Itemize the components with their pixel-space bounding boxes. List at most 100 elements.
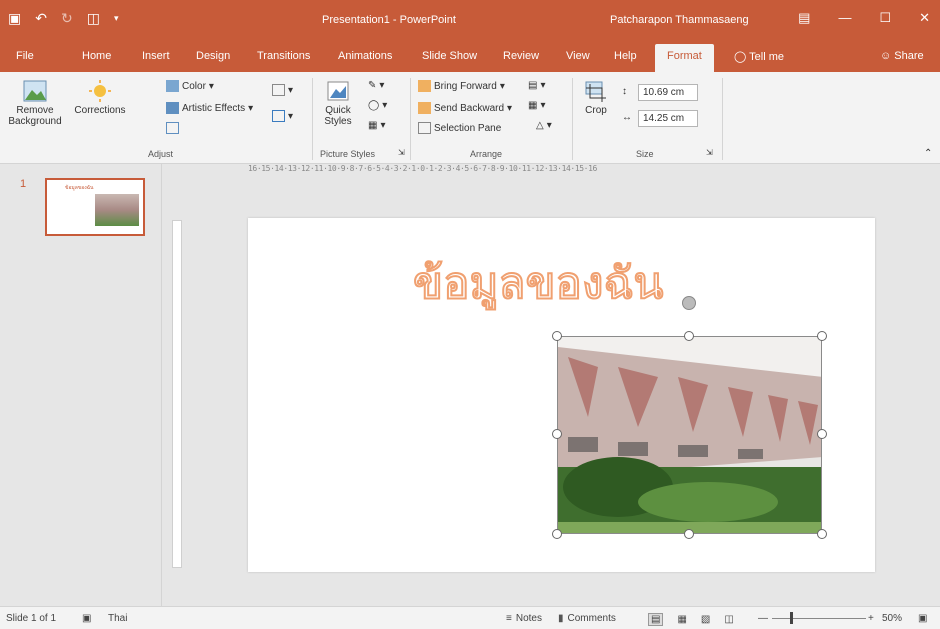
selection-pane-label: Selection Pane bbox=[434, 122, 502, 134]
corrections-label: Corrections bbox=[74, 105, 126, 116]
group-icon: ▦ bbox=[528, 100, 538, 111]
restore-icon[interactable]: ☐ bbox=[879, 10, 891, 26]
remove-background-label: Remove Background bbox=[8, 105, 62, 127]
resize-handle-n[interactable] bbox=[684, 331, 694, 341]
height-input[interactable]: 10.69 cm bbox=[638, 84, 698, 101]
send-backward-label: Send Backward bbox=[434, 102, 505, 114]
ribbon-display-icon[interactable]: ▤ bbox=[798, 10, 810, 26]
tell-me-search[interactable]: ◯ Tell me bbox=[734, 50, 784, 63]
resize-handle-nw[interactable] bbox=[552, 331, 562, 341]
artistic-effects-icon bbox=[166, 102, 179, 114]
bring-forward-label: Bring Forward bbox=[434, 80, 497, 92]
spell-check-icon[interactable]: ▣ bbox=[82, 613, 91, 624]
redo-icon[interactable]: ↻ bbox=[61, 10, 73, 27]
send-backward-button[interactable]: Send Backward ▾ bbox=[418, 102, 512, 114]
resize-handle-se[interactable] bbox=[817, 529, 827, 539]
document-title: Presentation1 - PowerPoint bbox=[322, 14, 456, 26]
slide-number: 1 bbox=[20, 178, 27, 190]
tell-me-label: Tell me bbox=[749, 51, 785, 63]
tab-view[interactable]: View bbox=[566, 50, 590, 62]
normal-view-icon[interactable]: ▤ bbox=[648, 613, 664, 626]
picture-effects-button[interactable]: ◯ ▾ bbox=[368, 100, 387, 111]
compress-pictures-button[interactable] bbox=[166, 122, 179, 134]
ribbon-tabs: File Home Insert Design Transitions Anim… bbox=[0, 42, 940, 72]
layout-icon: ▦ bbox=[368, 120, 378, 131]
tab-review[interactable]: Review bbox=[503, 50, 539, 62]
selection-pane-button[interactable]: Selection Pane bbox=[418, 122, 501, 134]
tab-slide-show[interactable]: Slide Show bbox=[422, 50, 477, 62]
width-value: 14.25 cm bbox=[643, 113, 685, 124]
minimize-icon[interactable]: — bbox=[838, 10, 851, 26]
slide-canvas[interactable]: ข้อมูลของฉัน bbox=[248, 218, 875, 572]
height-field-group: ↕ bbox=[622, 86, 627, 97]
resize-handle-ne[interactable] bbox=[817, 331, 827, 341]
group-button[interactable]: ▦ ▾ bbox=[528, 100, 545, 111]
crop-button[interactable]: Crop bbox=[580, 80, 612, 116]
collapse-ribbon-icon[interactable]: ⌃ bbox=[924, 148, 932, 159]
resize-handle-s[interactable] bbox=[684, 529, 694, 539]
color-button[interactable]: Color ▾ bbox=[166, 80, 214, 92]
undo-icon[interactable]: ↶ bbox=[35, 10, 47, 27]
rotate-handle-icon[interactable] bbox=[682, 296, 696, 310]
thumbnail-title: ข้อมูลของฉัน bbox=[65, 185, 94, 191]
present-icon[interactable]: ◫ bbox=[87, 10, 100, 27]
dialog-launcher-icon[interactable]: ⇲ bbox=[398, 148, 405, 157]
slide-thumbnail[interactable]: ข้อมูลของฉัน bbox=[45, 178, 145, 236]
tab-transitions[interactable]: Transitions bbox=[257, 50, 310, 62]
rotate-button[interactable]: △ ▾ bbox=[536, 120, 552, 131]
notes-label: Notes bbox=[515, 613, 542, 624]
save-icon[interactable]: ▣ bbox=[8, 10, 21, 27]
user-name[interactable]: Patcharapon Thammasaeng bbox=[610, 14, 749, 26]
resize-handle-sw[interactable] bbox=[552, 529, 562, 539]
picture-border-button[interactable]: ✎ ▾ bbox=[368, 80, 384, 91]
reset-picture-button[interactable]: ▾ bbox=[272, 110, 293, 122]
change-picture-button[interactable]: ▾ bbox=[272, 84, 293, 96]
share-label: Share bbox=[894, 50, 924, 62]
width-field-group: ↔ bbox=[622, 112, 632, 123]
artistic-effects-button[interactable]: Artistic Effects ▾ bbox=[166, 102, 253, 114]
slide-sorter-view-icon[interactable]: ▦ bbox=[677, 614, 686, 625]
comments-label: Comments bbox=[567, 613, 616, 624]
bring-forward-button[interactable]: Bring Forward ▾ bbox=[418, 80, 505, 92]
fit-slide-icon[interactable]: ▣ bbox=[918, 613, 927, 624]
tab-help[interactable]: Help bbox=[614, 50, 637, 62]
share-button[interactable]: ☺ Share bbox=[880, 50, 924, 62]
quick-styles-button[interactable]: Quick Styles bbox=[318, 80, 358, 127]
zoom-in-button[interactable]: + bbox=[868, 613, 874, 624]
zoom-slider-thumb[interactable] bbox=[790, 612, 793, 624]
tab-format[interactable]: Format bbox=[655, 44, 714, 72]
send-backward-icon bbox=[418, 102, 431, 114]
compress-icon bbox=[166, 122, 179, 134]
crop-icon bbox=[585, 81, 606, 102]
tab-insert[interactable]: Insert bbox=[142, 50, 170, 62]
zoom-out-button[interactable]: — bbox=[758, 613, 768, 624]
selected-picture[interactable] bbox=[557, 336, 822, 534]
tab-design[interactable]: Design bbox=[196, 50, 230, 62]
resize-handle-w[interactable] bbox=[552, 429, 562, 439]
horizontal-ruler: 16·15·14·13·12·11·10·9·8·7·6·5·4·3·2·1·0… bbox=[248, 164, 597, 173]
notes-button[interactable]: ≡ Notes bbox=[506, 613, 542, 624]
picture-layout-button[interactable]: ▦ ▾ bbox=[368, 120, 385, 131]
remove-background-button[interactable]: Remove Background bbox=[6, 80, 64, 127]
tab-file[interactable]: File bbox=[16, 50, 34, 62]
corrections-button[interactable]: Corrections bbox=[70, 80, 130, 116]
size-dialog-launcher-icon[interactable]: ⇲ bbox=[706, 148, 713, 157]
artistic-effects-label: Artistic Effects bbox=[182, 102, 246, 114]
comments-button[interactable]: ▮ Comments bbox=[558, 613, 616, 624]
slideshow-view-icon[interactable]: ◫ bbox=[724, 614, 733, 625]
arrange-group-label: Arrange bbox=[470, 149, 503, 159]
zoom-slider-track[interactable] bbox=[772, 618, 866, 619]
close-icon[interactable]: ✕ bbox=[919, 10, 930, 26]
tab-home[interactable]: Home bbox=[82, 50, 111, 62]
language-indicator[interactable]: Thai bbox=[108, 613, 127, 624]
width-input[interactable]: 14.25 cm bbox=[638, 110, 698, 127]
customize-icon[interactable]: ▾ bbox=[114, 13, 119, 24]
slide-title[interactable]: ข้อมูลของฉัน bbox=[412, 248, 665, 318]
align-button[interactable]: ▤ ▾ bbox=[528, 80, 545, 91]
size-group-label: Size bbox=[636, 149, 654, 159]
crop-label: Crop bbox=[585, 105, 607, 116]
tab-animations[interactable]: Animations bbox=[338, 50, 392, 62]
zoom-level[interactable]: 50% bbox=[882, 613, 902, 624]
resize-handle-e[interactable] bbox=[817, 429, 827, 439]
reading-view-icon[interactable]: ▧ bbox=[701, 614, 710, 625]
